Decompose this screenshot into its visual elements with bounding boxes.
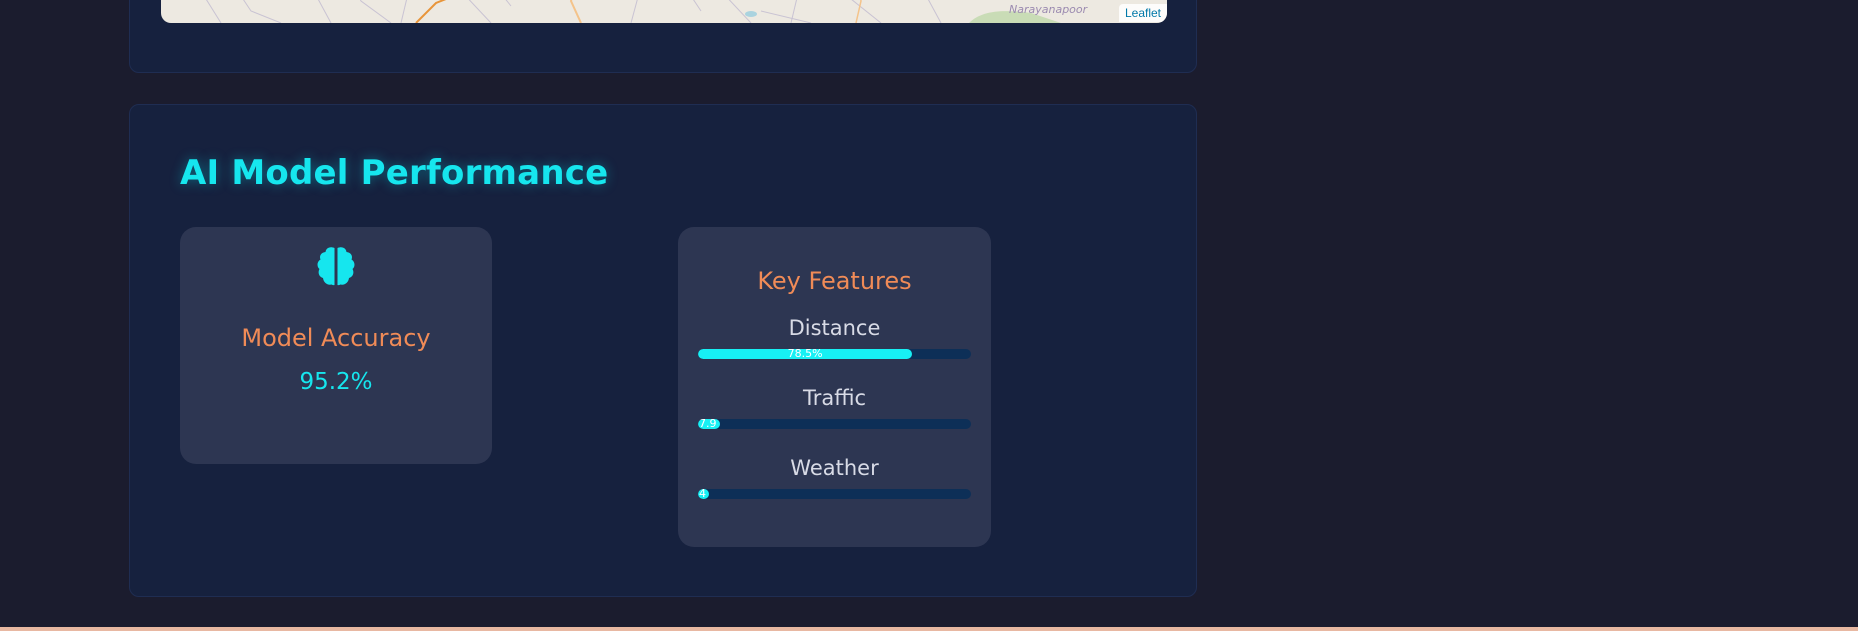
key-features-title: Key Features <box>757 267 912 295</box>
map-panel: Narayanapoor Leaflet <box>129 0 1197 73</box>
key-features-card: Key Features Distance 78.5% Traffic 7.9 … <box>678 227 991 547</box>
feature-progress-value: 7.9 <box>699 419 717 429</box>
map-attribution-link[interactable]: Leaflet <box>1118 4 1167 22</box>
feature-progress-bar: 4 <box>698 489 971 499</box>
ai-model-performance-panel: AI Model Performance Model Accuracy 95.2… <box>129 104 1197 597</box>
section-title: AI Model Performance <box>180 153 609 193</box>
feature-name: Traffic <box>802 386 867 410</box>
feature-progress-bar: 78.5% <box>698 349 971 359</box>
feature-name: Weather <box>790 456 879 480</box>
page-bottom-border <box>0 627 1858 631</box>
feature-weather: Weather 4 <box>698 453 971 499</box>
map-place-label: Narayanapoor <box>1009 3 1088 16</box>
model-accuracy-value: 95.2% <box>299 369 373 395</box>
route-map[interactable]: Narayanapoor Leaflet <box>161 0 1167 23</box>
feature-distance: Distance 78.5% <box>698 313 971 359</box>
feature-progress-bar: 7.9 <box>698 419 971 429</box>
brain-icon <box>316 245 356 291</box>
model-accuracy-label: Model Accuracy <box>241 324 431 352</box>
model-accuracy-card: Model Accuracy 95.2% <box>180 227 492 464</box>
feature-progress-value: 4 <box>699 489 706 499</box>
feature-traffic: Traffic 7.9 <box>698 383 971 429</box>
feature-progress-value: 78.5% <box>787 349 823 359</box>
page: Narayanapoor Leaflet AI Model Performanc… <box>0 0 1858 631</box>
feature-name: Distance <box>788 316 881 340</box>
